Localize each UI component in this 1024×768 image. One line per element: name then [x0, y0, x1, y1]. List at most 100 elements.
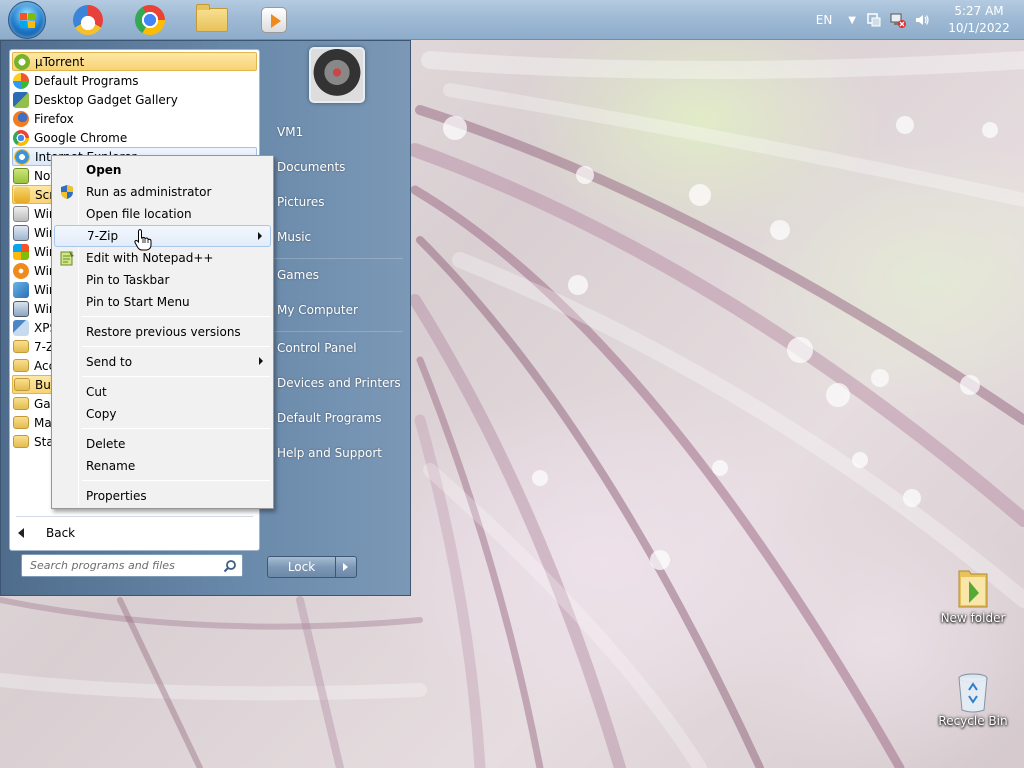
back-arrow-icon [18, 528, 24, 538]
hand-cursor-icon [134, 229, 152, 251]
scratch-icon [14, 186, 30, 203]
program-label: Firefox [34, 111, 74, 126]
context-item-label: Copy [86, 407, 117, 421]
context-item-7zip[interactable]: 7-Zip [54, 225, 271, 247]
context-separator [82, 428, 270, 429]
program-item-default-programs[interactable]: Default Programs [12, 71, 257, 90]
context-item-label: Restore previous versions [86, 325, 241, 339]
windows-app-icon [13, 205, 29, 222]
search-input[interactable] [22, 559, 223, 572]
lock-button-group: Lock [267, 556, 357, 578]
program-item-google-chrome[interactable]: Google Chrome [12, 128, 257, 147]
taskbar-app-browser-lock[interactable] [68, 2, 108, 38]
context-item-label: Pin to Taskbar [86, 273, 170, 287]
program-label: µTorrent [35, 54, 85, 69]
action-center-icon[interactable] [866, 12, 882, 28]
start-link-default-programs[interactable]: Default Programs [277, 411, 382, 425]
context-item-label: Pin to Start Menu [86, 295, 190, 309]
start-link-devices-printers[interactable]: Devices and Printers [277, 376, 401, 390]
search-icon[interactable] [223, 559, 237, 573]
start-link-pictures[interactable]: Pictures [277, 195, 325, 209]
folder-icon [196, 3, 228, 32]
taskbar-app-chrome[interactable] [130, 2, 170, 38]
context-item-send-to[interactable]: Send to [54, 351, 271, 373]
show-hidden-icons-chevron-icon[interactable]: ▼ [848, 15, 856, 26]
program-label: Ma [34, 415, 52, 430]
uac-shield-icon [59, 184, 75, 200]
clock-date: 10/1/2022 [948, 21, 1010, 35]
utorrent-icon [14, 53, 30, 70]
recycle-bin-icon [955, 670, 991, 713]
context-item-label: Open [86, 163, 122, 177]
submenu-arrow-icon [258, 232, 262, 240]
back-button[interactable]: Back [18, 526, 75, 540]
context-separator [82, 316, 270, 317]
folder-icon [13, 416, 29, 429]
start-search-box[interactable] [21, 554, 243, 577]
notepad-plus-plus-icon [59, 250, 75, 266]
taskbar-app-explorer[interactable] [192, 2, 232, 38]
windows-logo-icon [20, 12, 36, 29]
context-item-open-file-location[interactable]: Open file location [54, 203, 271, 225]
taskbar: EN ▼ 5:27 AM 10/1/2022 [0, 0, 1024, 40]
xps-viewer-icon [13, 319, 29, 336]
context-menu: Open Run as administrator Open file loca… [51, 155, 274, 509]
context-item-label: Properties [86, 489, 147, 503]
start-link-my-computer[interactable]: My Computer [277, 303, 358, 317]
lock-button[interactable]: Lock [268, 557, 336, 577]
chrome-icon [13, 129, 29, 146]
taskbar-app-media-player[interactable] [254, 2, 294, 38]
chrome-icon [135, 4, 165, 35]
context-item-label: Edit with Notepad++ [86, 251, 214, 265]
context-item-delete[interactable]: Delete [54, 433, 271, 455]
internet-explorer-icon [14, 148, 30, 165]
start-link-control-panel[interactable]: Control Panel [277, 341, 357, 355]
desktop-icon-recycle-bin[interactable]: Recycle Bin [937, 670, 1009, 728]
context-item-label: Rename [86, 459, 136, 473]
start-link-documents[interactable]: Documents [277, 160, 345, 174]
clock[interactable]: 5:27 AM 10/1/2022 [944, 3, 1014, 37]
gadget-gallery-icon [13, 91, 29, 108]
power-options-arrow-icon[interactable] [336, 557, 356, 577]
right-divider [273, 258, 403, 259]
start-link-games[interactable]: Games [277, 268, 319, 282]
user-picture[interactable] [309, 47, 365, 103]
context-item-pin-taskbar[interactable]: Pin to Taskbar [54, 269, 271, 291]
program-item-utorrent[interactable]: µTorrent [12, 52, 257, 71]
desktop-icon-label: New folder [940, 611, 1006, 625]
network-disconnected-icon[interactable] [890, 12, 906, 28]
context-item-rename[interactable]: Rename [54, 455, 271, 477]
programs-divider [16, 516, 253, 517]
language-indicator[interactable]: EN [816, 13, 833, 27]
folder-icon [14, 378, 30, 391]
volume-icon[interactable] [914, 12, 930, 28]
windows-app-icon [13, 300, 29, 317]
context-separator [82, 376, 270, 377]
context-item-open[interactable]: Open [54, 159, 271, 181]
folder-icon [13, 340, 29, 353]
start-link-user-folder[interactable]: VM1 [277, 125, 303, 139]
context-item-edit-notepad-plus-plus[interactable]: Edit with Notepad++ [54, 247, 271, 269]
context-item-properties[interactable]: Properties [54, 485, 271, 507]
context-item-copy[interactable]: Copy [54, 403, 271, 425]
start-button[interactable] [8, 0, 46, 39]
context-separator [82, 480, 270, 481]
context-item-cut[interactable]: Cut [54, 381, 271, 403]
context-item-run-as-admin[interactable]: Run as administrator [54, 181, 271, 203]
context-item-restore-previous[interactable]: Restore previous versions [54, 321, 271, 343]
program-item-gadget-gallery[interactable]: Desktop Gadget Gallery [12, 90, 257, 109]
program-label: Default Programs [34, 73, 139, 88]
program-item-firefox[interactable]: Firefox [12, 109, 257, 128]
start-link-music[interactable]: Music [277, 230, 311, 244]
context-item-label: Cut [86, 385, 107, 399]
context-item-pin-start-menu[interactable]: Pin to Start Menu [54, 291, 271, 313]
context-item-label: Open file location [86, 207, 192, 221]
back-label: Back [46, 526, 76, 540]
folder-icon [955, 567, 991, 608]
start-link-help-support[interactable]: Help and Support [277, 446, 382, 460]
windows-app-icon [13, 281, 29, 298]
program-label: Google Chrome [34, 130, 128, 145]
notepad-icon [13, 167, 29, 184]
default-programs-icon [13, 72, 29, 89]
desktop-icon-new-folder[interactable]: New folder [937, 567, 1009, 625]
